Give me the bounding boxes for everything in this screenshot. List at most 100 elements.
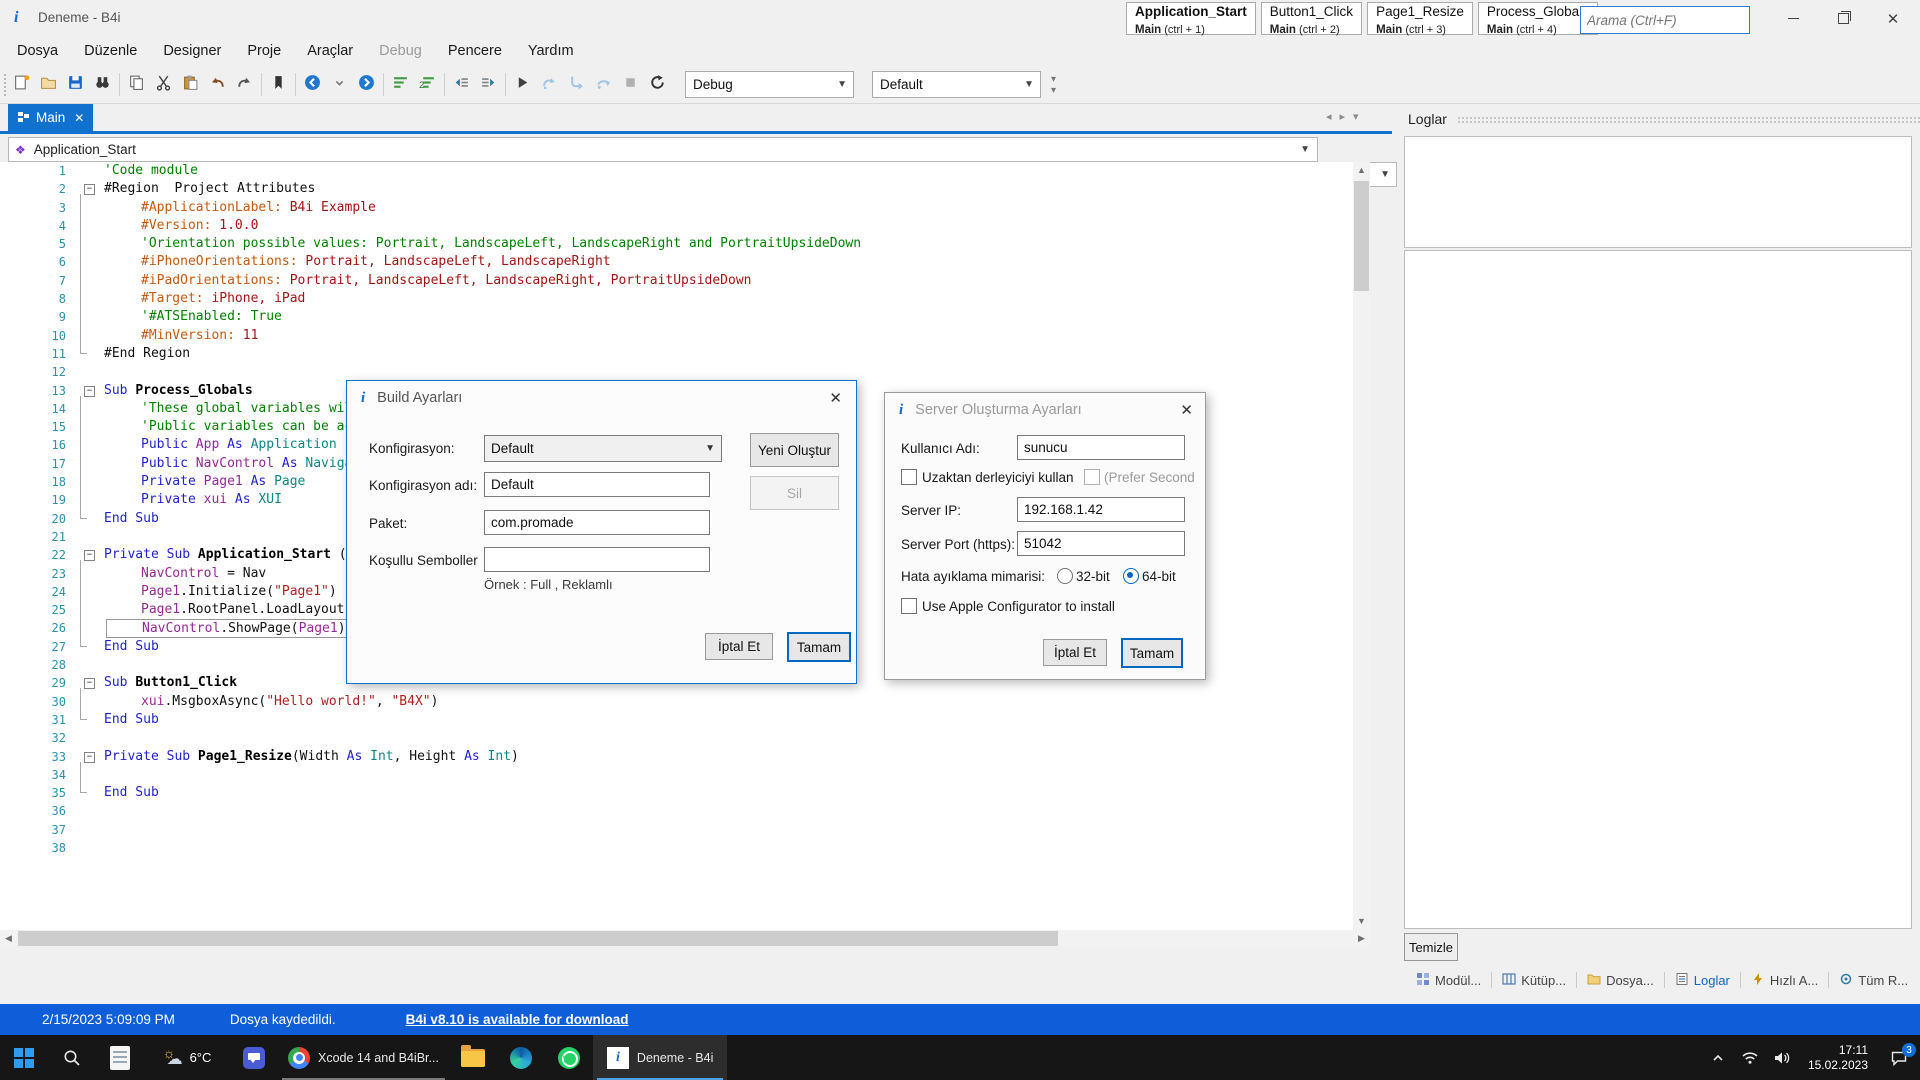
panel-tab-modules[interactable]: Modül...: [1406, 972, 1491, 989]
package-input[interactable]: [484, 510, 710, 535]
build-dialog-title-bar[interactable]: i Build Ayarları: [347, 381, 856, 415]
action-center-button[interactable]: 3: [1878, 1035, 1920, 1080]
run-button[interactable]: [509, 71, 536, 98]
open-project-button[interactable]: [35, 71, 62, 98]
pinned-app-button[interactable]: [96, 1035, 144, 1080]
taskbar-search-button[interactable]: [48, 1035, 96, 1080]
panel-tab-files[interactable]: Dosya...: [1577, 972, 1664, 989]
build-ok-button[interactable]: Tamam: [787, 632, 851, 662]
chrome-window-button[interactable]: Xcode 14 and B4iBr...: [278, 1035, 449, 1080]
horizontal-scrollbar[interactable]: ◀ ▶: [0, 930, 1370, 947]
save-button[interactable]: [62, 71, 89, 98]
menu-araçlar[interactable]: Araçlar: [294, 37, 366, 66]
delete-config-button[interactable]: Sil: [750, 476, 839, 510]
undo-button[interactable]: [204, 71, 231, 98]
restore-button[interactable]: [1818, 0, 1868, 37]
weather-widget[interactable]: ☼☁ 6°C: [144, 1035, 230, 1080]
whatsapp-button[interactable]: [545, 1035, 593, 1080]
close-button[interactable]: ✕: [1868, 0, 1918, 37]
tray-chevron-up-icon[interactable]: [1702, 1035, 1734, 1080]
config-name-input[interactable]: [484, 472, 710, 497]
server-port-input[interactable]: [1017, 531, 1185, 556]
wifi-icon[interactable]: [1734, 1035, 1766, 1080]
panel-tab-quick[interactable]: Hızlı A...: [1741, 972, 1828, 989]
search-box[interactable]: [1580, 6, 1750, 34]
step-into-button[interactable]: [563, 71, 590, 98]
scroll-up-icon[interactable]: ▲: [1353, 162, 1370, 179]
symbols-input[interactable]: [484, 547, 710, 572]
menu-proje[interactable]: Proje: [234, 37, 294, 66]
config-combo[interactable]: Default▼: [484, 435, 722, 462]
restart-button[interactable]: [644, 71, 671, 98]
teams-button[interactable]: [230, 1035, 278, 1080]
navigate-forward-button[interactable]: [353, 71, 380, 98]
menu-yardım[interactable]: Yardım: [515, 37, 587, 66]
step-over-button[interactable]: [590, 71, 617, 98]
update-available-link[interactable]: B4i v8.10 is available for download: [406, 1012, 629, 1027]
panel-tab-logs[interactable]: Loglar: [1665, 972, 1740, 989]
prefer-secondary-checkbox[interactable]: [1084, 469, 1100, 485]
quick-access-page1_resize[interactable]: Page1_ResizeMain (ctrl + 3): [1367, 2, 1473, 35]
log-output-box-main[interactable]: [1404, 250, 1912, 929]
cut-button[interactable]: [150, 71, 177, 98]
file-explorer-button[interactable]: [449, 1035, 497, 1080]
tab-close-icon[interactable]: ✕: [74, 111, 84, 125]
menu-düzenle[interactable]: Düzenle: [71, 37, 150, 66]
find-button[interactable]: [89, 71, 116, 98]
minimize-button[interactable]: [1768, 0, 1818, 37]
panel-tab-routines[interactable]: Tüm R...: [1829, 972, 1918, 989]
edge-button[interactable]: [497, 1035, 545, 1080]
menu-pencere[interactable]: Pencere: [435, 37, 515, 66]
redo-button[interactable]: [231, 71, 258, 98]
horizontal-scroll-thumb[interactable]: [18, 931, 1058, 946]
create-new-config-button[interactable]: Yeni Oluştur: [750, 433, 839, 467]
panel-tab-libraries[interactable]: Kütüp...: [1492, 972, 1576, 989]
quick-access-button1_click[interactable]: Button1_ClickMain (ctrl + 2): [1261, 2, 1362, 35]
menu-designer[interactable]: Designer: [150, 37, 234, 66]
vertical-scrollbar[interactable]: ▲ ▼: [1353, 162, 1370, 930]
comment-button[interactable]: [387, 71, 414, 98]
remote-compiler-checkbox[interactable]: [901, 469, 917, 485]
clear-logs-button[interactable]: Temizle: [1404, 933, 1458, 961]
stop-button[interactable]: [617, 71, 644, 98]
b4i-window-button[interactable]: i Deneme - B4i: [593, 1035, 727, 1080]
arch-64bit-radio[interactable]: [1123, 568, 1139, 584]
scroll-left-icon[interactable]: ◀: [0, 930, 17, 947]
navigate-back-button[interactable]: [299, 71, 326, 98]
build-dialog-close-icon[interactable]: ✕: [829, 389, 842, 407]
server-cancel-button[interactable]: İptal Et: [1043, 639, 1107, 666]
bookmark-button[interactable]: [265, 71, 292, 98]
resume-button[interactable]: [536, 71, 563, 98]
outdent-button[interactable]: [448, 71, 475, 98]
server-dialog-close-icon[interactable]: ✕: [1180, 401, 1193, 419]
server-ip-input[interactable]: [1017, 497, 1185, 522]
navigate-back-dropdown-button[interactable]: [326, 71, 353, 98]
taskbar-clock[interactable]: 17:11 15.02.2023: [1798, 1043, 1878, 1073]
new-module-button[interactable]: [8, 71, 35, 98]
log-output-box-top[interactable]: [1404, 136, 1912, 248]
tab-scroll-arrows[interactable]: ◂▸▾: [1326, 110, 1367, 123]
arch-32bit-radio[interactable]: [1057, 568, 1073, 584]
sub-selector-combo[interactable]: ❖ Application_Start ▼: [8, 137, 1318, 162]
apple-configurator-checkbox[interactable]: [901, 598, 917, 614]
server-dialog-title-bar[interactable]: i Server Oluşturma Ayarları: [885, 393, 1205, 427]
tab-main[interactable]: Main ✕: [8, 104, 93, 131]
paste-button[interactable]: [177, 71, 204, 98]
user-input[interactable]: [1017, 435, 1185, 460]
build-config-combo[interactable]: Default▼: [872, 71, 1041, 98]
quick-access-application_start[interactable]: Application_StartMain (ctrl + 1): [1126, 2, 1256, 35]
menu-debug[interactable]: Debug: [366, 37, 435, 66]
menu-dosya[interactable]: Dosya: [4, 37, 71, 66]
scroll-right-icon[interactable]: ▶: [1353, 930, 1370, 947]
search-input[interactable]: [1581, 13, 1772, 28]
toolbar-overflow-button[interactable]: ▾▾: [1051, 74, 1056, 96]
indent-button[interactable]: [475, 71, 502, 98]
start-button[interactable]: [0, 1035, 48, 1080]
volume-icon[interactable]: [1766, 1035, 1798, 1080]
vertical-scroll-thumb[interactable]: [1354, 181, 1369, 291]
uncomment-button[interactable]: 2: [414, 71, 441, 98]
copy-button[interactable]: [123, 71, 150, 98]
server-ok-button[interactable]: Tamam: [1121, 638, 1183, 668]
build-cancel-button[interactable]: İptal Et: [705, 633, 773, 660]
scroll-down-icon[interactable]: ▼: [1353, 913, 1370, 930]
